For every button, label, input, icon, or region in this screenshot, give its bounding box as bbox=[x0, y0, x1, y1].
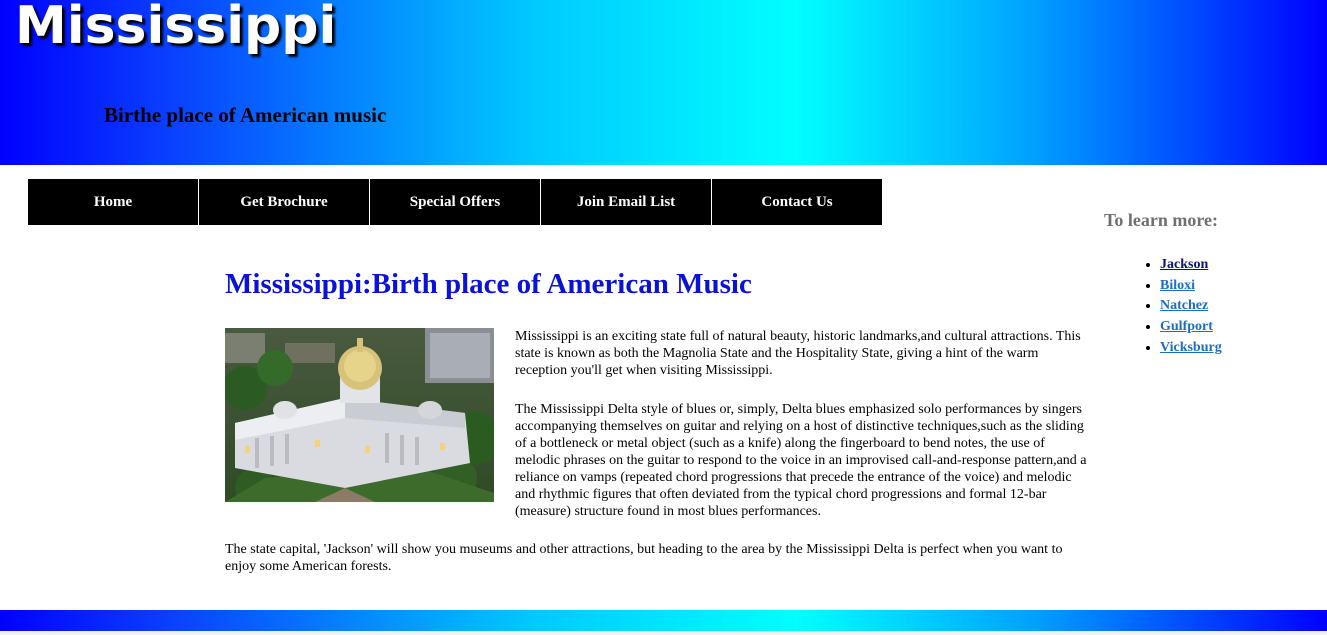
delta-blues-paragraph: The Mississippi Delta style of blues or,… bbox=[515, 402, 1087, 519]
capital-paragraph: The state capital, 'Jackson' will show y… bbox=[225, 542, 1063, 574]
site-tagline: Birthe place of American music bbox=[104, 103, 387, 127]
link-gulfport[interactable]: Gulfport bbox=[1160, 319, 1213, 334]
link-natchez[interactable]: Natchez bbox=[1160, 298, 1208, 313]
nav-join-email-list[interactable]: Join Email List bbox=[541, 179, 711, 225]
page-header: Mississippi Birthe place of American mus… bbox=[0, 0, 1327, 165]
intro-paragraph: Mississippi is an exciting state full of… bbox=[515, 329, 1081, 378]
list-item: Jackson bbox=[1160, 255, 1222, 276]
footer-divider bbox=[0, 631, 1327, 635]
list-item: Biloxi bbox=[1160, 276, 1222, 297]
nav-special-offers[interactable]: Special Offers bbox=[370, 179, 540, 225]
main-nav: Home Get Brochure Special Offers Join Em… bbox=[28, 179, 882, 225]
main-heading: Mississippi:Birth place of American Musi… bbox=[225, 268, 752, 300]
nav-get-brochure[interactable]: Get Brochure bbox=[199, 179, 369, 225]
nav-contact-us[interactable]: Contact Us bbox=[712, 179, 882, 225]
list-item: Natchez bbox=[1160, 296, 1222, 317]
list-item: Vicksburg bbox=[1160, 338, 1222, 359]
link-jackson[interactable]: Jackson bbox=[1160, 257, 1208, 272]
city-links-list: Jackson Biloxi Natchez Gulfport Vicksbur… bbox=[1160, 255, 1222, 359]
capitol-building-photo bbox=[225, 328, 494, 502]
nav-home[interactable]: Home bbox=[28, 179, 198, 225]
learn-more-heading: To learn more: bbox=[1104, 210, 1218, 230]
link-vicksburg[interactable]: Vicksburg bbox=[1160, 340, 1222, 355]
site-title: Mississippi bbox=[15, 0, 337, 56]
list-item: Gulfport bbox=[1160, 317, 1222, 338]
link-biloxi[interactable]: Biloxi bbox=[1160, 278, 1195, 293]
